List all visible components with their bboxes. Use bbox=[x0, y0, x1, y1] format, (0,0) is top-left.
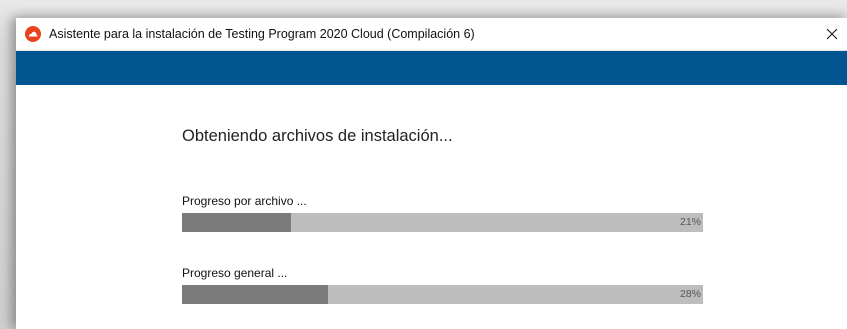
file-progress-percent: 21% bbox=[679, 216, 701, 228]
window-title: Asistente para la instalación de Testing… bbox=[49, 27, 475, 41]
main-content: Obteniendo archivos de instalación... Pr… bbox=[16, 85, 847, 329]
file-progress-fill bbox=[182, 213, 292, 232]
close-button[interactable] bbox=[817, 18, 847, 50]
header-banner bbox=[16, 51, 847, 85]
title-bar[interactable]: Asistente para la instalación de Testing… bbox=[16, 18, 847, 51]
app-logo-icon bbox=[25, 26, 41, 42]
overall-progress-percent: 28% bbox=[679, 288, 701, 300]
file-progress-label: Progreso por archivo ... bbox=[182, 194, 307, 208]
overall-progress-label: Progreso general ... bbox=[182, 266, 288, 280]
page-heading: Obteniendo archivos de instalación... bbox=[182, 127, 453, 145]
installer-window: Asistente para la instalación de Testing… bbox=[16, 18, 847, 329]
close-icon bbox=[826, 28, 838, 40]
file-progress-bar: 21% bbox=[182, 213, 703, 232]
overall-progress-bar: 28% bbox=[182, 285, 703, 304]
overall-progress-fill bbox=[182, 285, 328, 304]
